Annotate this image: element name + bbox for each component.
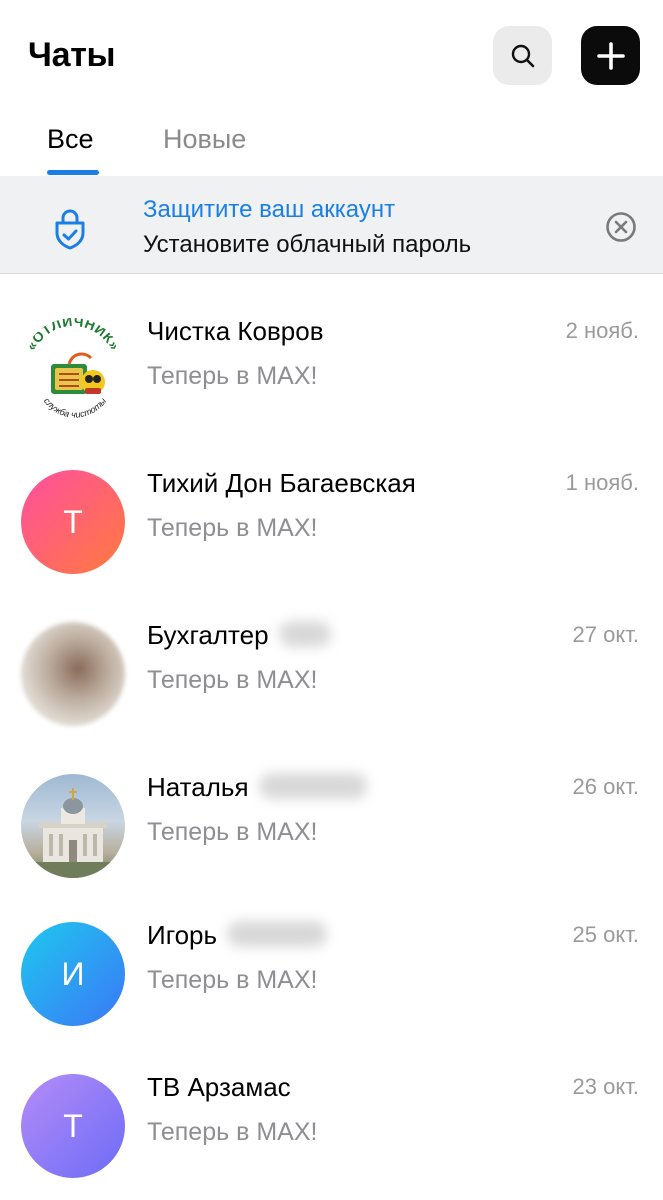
search-icon: [511, 44, 534, 67]
tab-active-indicator: [47, 170, 99, 175]
chat-time: 1 нояб.: [565, 470, 639, 495]
plus-icon: [596, 41, 625, 70]
chat-name: ТВ Арзамас: [147, 1072, 291, 1102]
avatar: Т: [21, 470, 125, 574]
chat-name: Наталья: [147, 772, 249, 802]
chat-preview: Теперь в MAX!: [147, 1118, 318, 1146]
avatar-initial: Т: [63, 503, 83, 540]
chat-name: Бухгалтер: [147, 620, 269, 650]
close-circle-icon[interactable]: [605, 211, 637, 243]
blurred-surname: [258, 773, 367, 800]
chat-name: Игорь: [147, 920, 218, 950]
chat-row[interactable]: Наталья Теперь в MAX! 26 окт.: [0, 772, 663, 926]
chat-name: Чистка Ковров: [147, 316, 324, 346]
chat-preview: Теперь в MAX!: [147, 362, 318, 390]
otlichnik-logo-icon: «ОТЛИЧНИК» служба чистоты: [23, 318, 124, 420]
chat-row[interactable]: И Игорь Теперь в MAX! 25 окт.: [0, 920, 663, 1074]
header: Чаты: [0, 0, 663, 112]
chat-row[interactable]: Т ТВ Арзамас Теперь в MAX! 23 окт.: [0, 1072, 663, 1200]
chat-row[interactable]: Бухгалтер Теперь в MAX! 27 окт.: [0, 620, 663, 774]
chat-time: 23 окт.: [572, 1074, 639, 1099]
chat-name-wrap: Бухгалтер: [147, 620, 331, 651]
avatar-initial: Т: [63, 1107, 83, 1144]
svg-text:служба чистоты: служба чистоты: [42, 396, 108, 420]
avatar: [21, 774, 125, 878]
avatar-initial: И: [61, 955, 85, 992]
tab-new[interactable]: Новые: [163, 124, 246, 155]
chat-time: 2 нояб.: [565, 318, 639, 343]
church-photo-icon: [21, 788, 125, 878]
avatar: И: [21, 922, 125, 1026]
app-root: Чаты Все Новые Защитите ваш аккаунт Уста…: [0, 0, 663, 1200]
blurred-surname: [278, 621, 331, 648]
chat-name: Тихий Дон Багаевская: [147, 468, 416, 498]
new-chat-button[interactable]: [581, 26, 640, 85]
svg-text:«ОТЛИЧНИК»: «ОТЛИЧНИК»: [23, 318, 124, 353]
avatar: [21, 622, 125, 726]
tab-all[interactable]: Все: [47, 124, 94, 155]
chat-time: 27 окт.: [572, 622, 639, 647]
security-banner[interactable]: Защитите ваш аккаунт Установите облачный…: [0, 176, 663, 274]
chat-name-wrap: Игорь: [147, 920, 328, 951]
chat-preview: Теперь в MAX!: [147, 818, 318, 846]
banner-title: Защитите ваш аккаунт: [143, 196, 396, 223]
chat-row[interactable]: «ОТЛИЧНИК» служба чистоты Чистка Ковров …: [0, 316, 663, 470]
page-title: Чаты: [28, 36, 116, 74]
search-button[interactable]: [493, 26, 552, 85]
avatar: «ОТЛИЧНИК» служба чистоты: [21, 318, 125, 422]
banner-subtitle: Установите облачный пароль: [143, 231, 472, 258]
chat-preview: Теперь в MAX!: [147, 514, 318, 542]
blurred-surname: [227, 921, 328, 948]
chat-preview: Теперь в MAX!: [147, 966, 318, 994]
chat-row[interactable]: Т Тихий Дон Багаевская Теперь в MAX! 1 н…: [0, 468, 663, 622]
lock-shield-icon: [55, 209, 85, 250]
chat-preview: Теперь в MAX!: [147, 666, 318, 694]
avatar: Т: [21, 1074, 125, 1178]
chat-time: 26 окт.: [572, 774, 639, 799]
chat-time: 25 окт.: [572, 922, 639, 947]
chat-name-wrap: Наталья: [147, 772, 367, 803]
